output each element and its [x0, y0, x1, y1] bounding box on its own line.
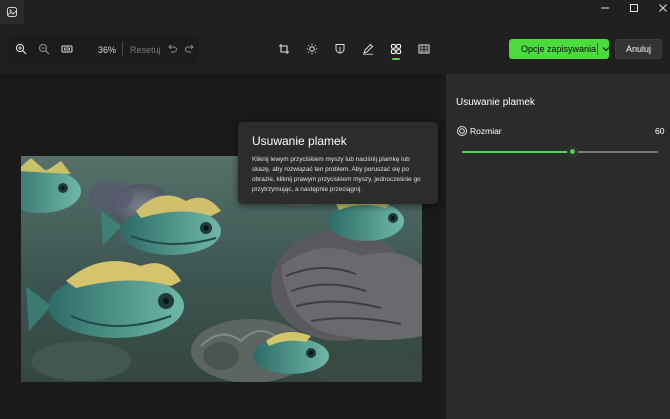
pen-icon[interactable] — [358, 39, 378, 59]
close-icon[interactable] — [648, 0, 670, 16]
size-label: Rozmiar — [470, 126, 502, 136]
divider — [122, 42, 123, 56]
save-options-button[interactable]: Opcje zapisywania — [509, 39, 611, 59]
title-bar — [0, 0, 670, 32]
brush-size-icon — [456, 124, 468, 136]
active-tool-indicator — [392, 58, 400, 60]
minimize-icon[interactable] — [590, 0, 620, 16]
save-options-label: Opcje zapisywania — [521, 44, 597, 54]
chevron-down-icon[interactable] — [601, 44, 611, 56]
panel-title: Usuwanie plamek — [456, 97, 535, 108]
maximize-icon[interactable] — [619, 0, 649, 16]
redo-icon[interactable] — [180, 39, 200, 59]
tooltip-title: Usuwanie plamek — [252, 134, 347, 148]
reset-button[interactable]: Resetuj — [130, 45, 161, 55]
crop-icon[interactable] — [274, 39, 294, 59]
size-slider[interactable] — [462, 147, 658, 156]
divider — [597, 43, 598, 55]
zoom-level[interactable]: 36% — [98, 45, 116, 55]
undo-icon[interactable] — [162, 39, 182, 59]
zoom-in-icon[interactable] — [11, 39, 31, 59]
spot-fix-icon[interactable] — [386, 39, 406, 59]
filter-icon[interactable] — [330, 39, 350, 59]
retouch-panel: Usuwanie plamek Rozmiar 60 — [446, 74, 670, 419]
background-icon[interactable] — [414, 39, 434, 59]
photos-app-icon — [0, 0, 24, 24]
size-value: 60 — [655, 126, 665, 136]
cancel-button[interactable]: Anuluj — [615, 39, 662, 59]
size-slider-fill — [462, 151, 572, 153]
zoom-out-icon[interactable] — [34, 39, 54, 59]
fit-to-window-icon[interactable] — [57, 39, 77, 59]
tooltip-body: Kliknij lewym przyciskiem myszy lub naci… — [252, 156, 421, 193]
tooltip: Usuwanie plamek Kliknij lewym przyciskie… — [238, 122, 438, 204]
zoom-controls: 36% Resetuj — [8, 35, 198, 63]
brightness-icon[interactable] — [302, 39, 322, 59]
size-slider-thumb[interactable] — [567, 147, 577, 156]
